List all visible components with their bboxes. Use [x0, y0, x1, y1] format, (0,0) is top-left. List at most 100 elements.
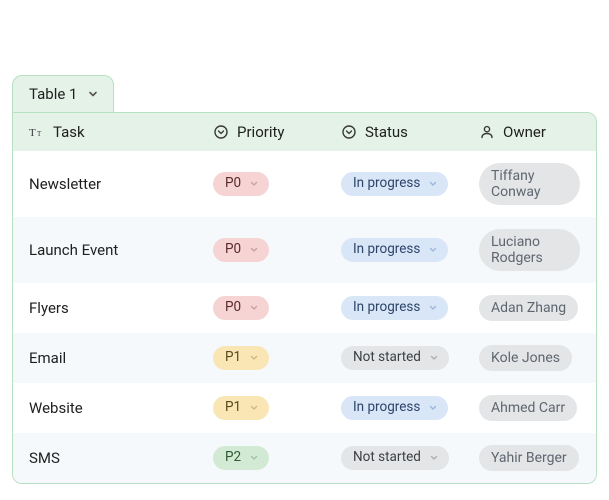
priority-pill[interactable]: P2: [213, 446, 269, 470]
priority-cell: P2: [213, 446, 333, 470]
task-table: TT Task Priority Status Owner Newsletter: [12, 112, 597, 484]
table-header-row: TT Task Priority Status Owner: [13, 113, 596, 151]
task-name: Website: [29, 399, 83, 417]
priority-pill[interactable]: P0: [213, 172, 269, 196]
status-pill[interactable]: Not started: [341, 446, 449, 470]
task-cell: SMS: [29, 449, 205, 467]
task-name: Flyers: [29, 299, 69, 317]
priority-pill[interactable]: P0: [213, 296, 269, 320]
status-cell: In progress: [341, 396, 471, 420]
col-header-priority-label: Priority: [237, 123, 284, 141]
status-label: Not started: [353, 451, 421, 465]
table-row: Email P1 Not started Kole Jones: [13, 333, 596, 383]
task-cell: Flyers: [29, 299, 205, 317]
priority-pill[interactable]: P1: [213, 396, 269, 420]
priority-label: P2: [225, 451, 241, 465]
caret-down-icon: [247, 404, 261, 412]
caret-down-icon: [247, 180, 261, 188]
owner-cell: Luciano Rodgers: [479, 229, 580, 271]
owner-name: Tiffany Conway: [491, 168, 568, 200]
priority-label: P1: [225, 401, 241, 415]
caret-down-icon: [426, 246, 440, 254]
status-cell: In progress: [341, 238, 471, 262]
caret-down-icon: [427, 454, 441, 462]
status-cell: In progress: [341, 172, 471, 196]
task-name: SMS: [29, 449, 60, 467]
owner-chip[interactable]: Ahmed Carr: [479, 395, 577, 421]
svg-text:T: T: [37, 130, 42, 138]
caret-down-icon: [247, 454, 261, 462]
owner-name: Yahir Berger: [491, 450, 567, 466]
owner-name: Luciano Rodgers: [491, 234, 568, 266]
task-name: Launch Event: [29, 241, 118, 259]
priority-label: P1: [225, 351, 241, 365]
table-row: Flyers P0 In progress Adan Zhang: [13, 283, 596, 333]
status-cell: Not started: [341, 346, 471, 370]
table-row: Website P1 In progress Ahmed Carr: [13, 383, 596, 433]
col-header-priority[interactable]: Priority: [213, 123, 333, 141]
priority-cell: P0: [213, 296, 333, 320]
status-pill[interactable]: Not started: [341, 346, 449, 370]
task-cell: Launch Event: [29, 241, 205, 259]
priority-pill[interactable]: P0: [213, 238, 269, 262]
owner-cell: Yahir Berger: [479, 445, 580, 471]
caret-down-icon: [426, 304, 440, 312]
priority-cell: P1: [213, 346, 333, 370]
task-cell: Newsletter: [29, 175, 205, 193]
col-header-status[interactable]: Status: [341, 123, 471, 141]
status-cell: In progress: [341, 296, 471, 320]
owner-chip[interactable]: Kole Jones: [479, 345, 572, 371]
caret-down-icon: [426, 180, 440, 188]
chevron-down-icon: [87, 88, 99, 100]
col-header-owner[interactable]: Owner: [479, 123, 580, 141]
caret-down-icon: [247, 246, 261, 254]
owner-cell: Kole Jones: [479, 345, 580, 371]
status-label: In progress: [353, 177, 420, 191]
priority-pill[interactable]: P1: [213, 346, 269, 370]
svg-text:T: T: [29, 127, 36, 139]
task-cell: Website: [29, 399, 205, 417]
owner-chip[interactable]: Tiffany Conway: [479, 163, 580, 205]
owner-chip[interactable]: Adan Zhang: [479, 295, 578, 321]
owner-name: Kole Jones: [491, 350, 560, 366]
col-header-task[interactable]: TT Task: [29, 123, 205, 141]
status-label: Not started: [353, 351, 421, 365]
table-body: Newsletter P0 In progress Tiffany Conway: [13, 151, 596, 483]
status-label: In progress: [353, 301, 420, 315]
status-label: In progress: [353, 401, 420, 415]
owner-name: Adan Zhang: [491, 300, 566, 316]
text-format-icon: TT: [29, 124, 45, 140]
owner-chip[interactable]: Yahir Berger: [479, 445, 579, 471]
priority-cell: P1: [213, 396, 333, 420]
owner-cell: Tiffany Conway: [479, 163, 580, 205]
status-cell: Not started: [341, 446, 471, 470]
table-row: SMS P2 Not started Yahir Berger: [13, 433, 596, 483]
col-header-owner-label: Owner: [503, 123, 546, 141]
status-pill[interactable]: In progress: [341, 238, 448, 262]
status-label: In progress: [353, 243, 420, 257]
status-pill[interactable]: In progress: [341, 396, 448, 420]
owner-cell: Ahmed Carr: [479, 395, 580, 421]
task-cell: Email: [29, 349, 205, 367]
status-pill[interactable]: In progress: [341, 172, 448, 196]
priority-label: P0: [225, 301, 241, 315]
col-header-task-label: Task: [53, 123, 85, 141]
task-name: Newsletter: [29, 175, 101, 193]
priority-cell: P0: [213, 172, 333, 196]
table-row: Launch Event P0 In progress Luciano Rodg…: [13, 217, 596, 283]
priority-label: P0: [225, 177, 241, 191]
tab-table1[interactable]: Table 1: [12, 75, 114, 112]
dropdown-circle-icon: [213, 124, 229, 140]
col-header-status-label: Status: [365, 123, 408, 141]
table-row: Newsletter P0 In progress Tiffany Conway: [13, 151, 596, 217]
caret-down-icon: [427, 354, 441, 362]
priority-label: P0: [225, 243, 241, 257]
person-icon: [479, 124, 495, 140]
status-pill[interactable]: In progress: [341, 296, 448, 320]
dropdown-circle-icon: [341, 124, 357, 140]
owner-name: Ahmed Carr: [491, 400, 565, 416]
owner-chip[interactable]: Luciano Rodgers: [479, 229, 580, 271]
owner-cell: Adan Zhang: [479, 295, 580, 321]
caret-down-icon: [247, 354, 261, 362]
caret-down-icon: [426, 404, 440, 412]
